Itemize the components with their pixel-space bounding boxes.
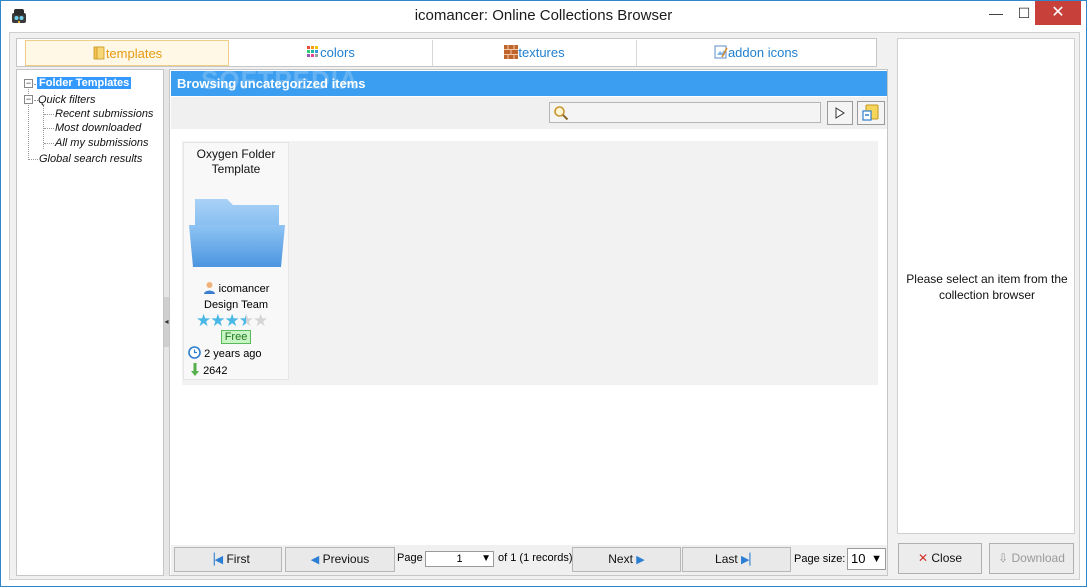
page-label: Page bbox=[397, 552, 423, 564]
browse-header-text: Browsing uncategorized items bbox=[177, 76, 366, 91]
tree-item-folder-templates[interactable]: Folder Templates bbox=[37, 77, 132, 89]
page-number-select[interactable]: 1 ▼ bbox=[425, 551, 494, 567]
app-window: icomancer: Online Collections Browser — … bbox=[0, 0, 1087, 587]
close-icon: ✕ bbox=[917, 551, 929, 565]
first-page-label: First bbox=[226, 552, 250, 566]
minimize-button[interactable]: — bbox=[979, 1, 1013, 25]
author-name[interactable]: icomancer bbox=[219, 283, 270, 295]
item-age: 2 years ago bbox=[188, 346, 262, 361]
maximize-button[interactable]: ☐ bbox=[1013, 1, 1035, 25]
tree-item-quick-filters[interactable]: Quick filters bbox=[38, 94, 95, 106]
pager: ▕◀ First ◀ Previous Page 1 ▼ of 1 (1 rec… bbox=[171, 545, 887, 575]
search-go-button[interactable] bbox=[827, 101, 853, 125]
collapse-folder-templates-icon[interactable]: − bbox=[24, 79, 33, 88]
previous-page-icon: ◀ bbox=[310, 554, 320, 566]
search-box[interactable] bbox=[549, 102, 821, 123]
star-empty-icon: ★ bbox=[253, 311, 268, 330]
tab-textures-label: textures bbox=[518, 45, 565, 60]
details-placeholder: Please select an item from the collectio… bbox=[906, 272, 1068, 302]
item-downloads: 2642 bbox=[190, 363, 228, 378]
color-grid-icon bbox=[307, 46, 319, 57]
chevron-down-icon: ▼ bbox=[871, 553, 882, 565]
image-edit-icon bbox=[714, 45, 728, 59]
star-rating: ★★★★★ bbox=[196, 311, 268, 330]
search-toolbar bbox=[171, 97, 887, 129]
tree-item-most-downloaded[interactable]: Most downloaded bbox=[55, 122, 141, 134]
close-button[interactable]: ✕ Close bbox=[898, 543, 982, 574]
last-page-label: Last bbox=[715, 552, 738, 566]
author-info: icomancer Design Team bbox=[184, 281, 288, 313]
page-number-value: 1 bbox=[456, 553, 463, 565]
title-bar[interactable]: icomancer: Online Collections Browser — … bbox=[1, 1, 1086, 32]
brick-texture-icon bbox=[504, 45, 519, 59]
tab-templates-label: templates bbox=[105, 46, 163, 61]
items-grid: Oxygen Folder Template icomancer Design … bbox=[182, 141, 878, 385]
filter-reset-icon bbox=[862, 104, 879, 121]
folder-icon bbox=[93, 46, 105, 60]
tree-item-global-search-results[interactable]: Global search results bbox=[39, 153, 142, 165]
last-page-button[interactable]: Last ▶▏ bbox=[682, 547, 791, 572]
item-downloads-count: 2642 bbox=[203, 365, 228, 377]
window-title: icomancer: Online Collections Browser bbox=[414, 7, 673, 24]
price-badge: Free bbox=[221, 330, 251, 344]
clear-search-button[interactable] bbox=[857, 101, 885, 125]
tab-colors[interactable]: colors bbox=[229, 40, 433, 66]
details-panel: Please select an item from the collectio… bbox=[897, 38, 1075, 534]
tab-textures[interactable]: textures bbox=[433, 40, 637, 66]
close-button-label: Close bbox=[931, 551, 963, 565]
browse-header: SOFTPEDIA Browsing uncategorized items bbox=[171, 67, 887, 96]
collection-tree: − Folder Templates − Quick filters Recen… bbox=[16, 69, 164, 576]
tree-item-recent-submissions[interactable]: Recent submissions bbox=[55, 108, 153, 120]
page-of-text: of 1 (1 records) bbox=[498, 552, 573, 564]
collapse-quick-filters-icon[interactable]: − bbox=[24, 95, 33, 104]
item-title: Oxygen Folder Template bbox=[196, 147, 276, 176]
previous-page-button[interactable]: ◀ Previous bbox=[285, 547, 395, 572]
star-half-icon: ★ bbox=[238, 311, 254, 330]
star-icon: ★ bbox=[196, 311, 211, 330]
next-page-button[interactable]: Next ▶ bbox=[572, 547, 681, 572]
first-page-icon: ▕◀ bbox=[206, 554, 224, 566]
previous-page-label: Previous bbox=[322, 552, 370, 566]
play-arrow-icon bbox=[835, 107, 845, 119]
search-icon bbox=[554, 106, 569, 121]
download-icon: ⇩ bbox=[998, 551, 1009, 565]
chevron-down-icon: ▼ bbox=[481, 553, 491, 564]
item-card[interactable]: Oxygen Folder Template icomancer Design … bbox=[183, 142, 289, 380]
page-size-select[interactable]: 10 ▼ bbox=[847, 548, 886, 570]
download-arrow-icon bbox=[191, 363, 199, 376]
star-icon: ★ bbox=[224, 311, 240, 330]
last-page-icon: ▶▏ bbox=[741, 554, 758, 566]
item-age-text: 2 years ago bbox=[204, 348, 262, 360]
author-team: Design Team bbox=[204, 299, 268, 311]
window-close-button[interactable]: ✕ bbox=[1035, 1, 1081, 25]
first-page-button[interactable]: ▕◀ First bbox=[174, 547, 282, 572]
search-input[interactable] bbox=[572, 104, 817, 121]
next-page-icon: ▶ bbox=[636, 554, 645, 566]
download-button[interactable]: ⇩ Download bbox=[989, 543, 1074, 574]
folder-thumbnail-icon bbox=[189, 199, 285, 267]
tab-addon-icons-label: addon icons bbox=[727, 45, 799, 60]
star-icon: ★ bbox=[210, 311, 225, 330]
download-button-label: Download bbox=[1011, 551, 1065, 565]
next-page-label: Next bbox=[608, 552, 633, 566]
category-tabs: templates colors textures addon icons bbox=[16, 38, 877, 67]
browser-panel: SOFTPEDIA Browsing uncategorized items O… bbox=[169, 67, 888, 576]
page-size-value: 10 bbox=[851, 551, 866, 566]
clock-icon bbox=[188, 346, 201, 359]
user-icon bbox=[203, 282, 215, 294]
tree-item-all-my-submissions[interactable]: All my submissions bbox=[55, 137, 149, 149]
tab-colors-label: colors bbox=[320, 45, 355, 60]
page-size-label: Page size: bbox=[794, 553, 846, 565]
tab-addon-icons[interactable]: addon icons bbox=[637, 40, 875, 66]
tab-templates[interactable]: templates bbox=[25, 40, 229, 66]
